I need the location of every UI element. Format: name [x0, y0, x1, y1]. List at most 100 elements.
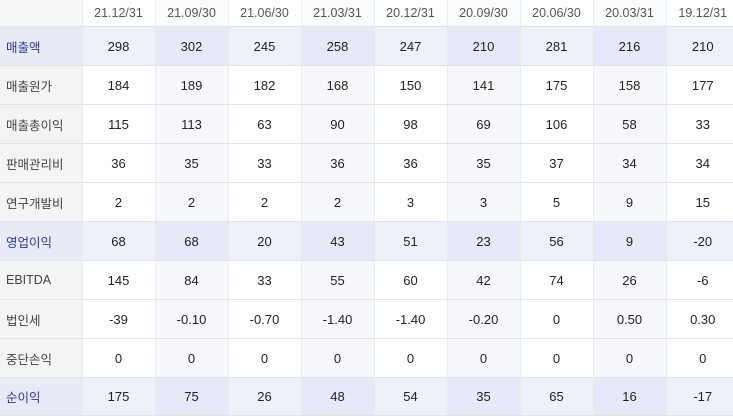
value-cell: 298 [81, 26, 155, 66]
column-header: 20.09/30 [446, 0, 520, 27]
row-label: 중단손익 [0, 338, 82, 378]
value-cell: 0 [373, 338, 447, 378]
value-cell: 2 [300, 182, 374, 222]
value-cell: -0.70 [227, 299, 301, 339]
value-cell: 0 [300, 338, 374, 378]
value-cell: 51 [373, 221, 447, 261]
row-label: EBITDA [0, 260, 82, 300]
value-cell: 245 [227, 26, 301, 66]
value-cell: 115 [81, 104, 155, 144]
value-cell: 0 [227, 338, 301, 378]
column-header: 21.06/30 [227, 0, 301, 27]
value-cell: 145 [81, 260, 155, 300]
corner-cell [0, 0, 82, 27]
value-cell: 168 [300, 65, 374, 105]
value-cell: 0 [81, 338, 155, 378]
value-cell: 34 [665, 143, 733, 183]
value-cell: 0 [519, 338, 593, 378]
value-cell: 216 [592, 26, 666, 66]
table-row: 법인세 -39 -0.10 -0.70 -1.40 -1.40 -0.20 0 0.50 0.30 [0, 299, 733, 339]
value-cell: 106 [519, 104, 593, 144]
value-cell: 36 [373, 143, 447, 183]
value-cell: 33 [227, 143, 301, 183]
value-cell: 247 [373, 26, 447, 66]
column-header: 19.12/31 [665, 0, 733, 27]
value-cell: 35 [446, 377, 520, 416]
table-row: 매출총이익 115 113 63 90 98 69 106 58 33 [0, 104, 733, 144]
value-cell: -1.40 [373, 299, 447, 339]
row-label: 매출원가 [0, 65, 82, 105]
value-cell: 63 [227, 104, 301, 144]
table-row: 영업이익 68 68 20 43 51 23 56 9 -20 [0, 221, 733, 261]
value-cell: 60 [373, 260, 447, 300]
value-cell: 33 [227, 260, 301, 300]
value-cell: -6 [665, 260, 733, 300]
value-cell: 141 [446, 65, 520, 105]
value-cell: 35 [446, 143, 520, 183]
value-cell: -1.40 [300, 299, 374, 339]
value-cell: 34 [592, 143, 666, 183]
value-cell: 0 [592, 338, 666, 378]
column-header: 20.03/31 [592, 0, 666, 27]
table-row: EBITDA 145 84 33 55 60 42 74 26 -6 [0, 260, 733, 300]
value-cell: 98 [373, 104, 447, 144]
value-cell: 2 [81, 182, 155, 222]
table-row: 매출액 298 302 245 258 247 210 281 216 210 [0, 26, 733, 66]
value-cell: 16 [592, 377, 666, 416]
value-cell: 189 [154, 65, 228, 105]
value-cell: 9 [592, 182, 666, 222]
value-cell: 5 [519, 182, 593, 222]
value-cell: 113 [154, 104, 228, 144]
row-label: 판매관리비 [0, 143, 82, 183]
value-cell: 175 [81, 377, 155, 416]
value-cell: 210 [446, 26, 520, 66]
row-label: 매출액 [0, 26, 82, 66]
value-cell: -0.20 [446, 299, 520, 339]
value-cell: 9 [592, 221, 666, 261]
value-cell: 20 [227, 221, 301, 261]
row-label: 연구개발비 [0, 182, 82, 222]
value-cell: 150 [373, 65, 447, 105]
value-cell: 84 [154, 260, 228, 300]
value-cell: -17 [665, 377, 733, 416]
value-cell: 48 [300, 377, 374, 416]
value-cell: 0 [154, 338, 228, 378]
value-cell: 3 [446, 182, 520, 222]
header-row: 21.12/31 21.09/30 21.06/30 21.03/31 20.1… [0, 0, 733, 27]
financial-statement-table: 21.12/31 21.09/30 21.06/30 21.03/31 20.1… [0, 0, 733, 416]
value-cell: 90 [300, 104, 374, 144]
table-row: 연구개발비 2 2 2 2 3 3 5 9 15 [0, 182, 733, 222]
column-header: 21.09/30 [154, 0, 228, 27]
table-row: 판매관리비 36 35 33 36 36 35 37 34 34 [0, 143, 733, 183]
value-cell: 42 [446, 260, 520, 300]
table-body: 매출액 298 302 245 258 247 210 281 216 210 매출원가 184 189… [0, 26, 733, 416]
row-label: 순이익 [0, 377, 82, 416]
value-cell: 182 [227, 65, 301, 105]
value-cell: 184 [81, 65, 155, 105]
value-cell: 210 [665, 26, 733, 66]
value-cell: -20 [665, 221, 733, 261]
value-cell: 68 [154, 221, 228, 261]
value-cell: 55 [300, 260, 374, 300]
value-cell: 258 [300, 26, 374, 66]
value-cell: -39 [81, 299, 155, 339]
value-cell: 43 [300, 221, 374, 261]
value-cell: 75 [154, 377, 228, 416]
value-cell: 58 [592, 104, 666, 144]
value-cell: 158 [592, 65, 666, 105]
value-cell: 3 [373, 182, 447, 222]
value-cell: 36 [300, 143, 374, 183]
value-cell: 0 [519, 299, 593, 339]
table-row: 매출원가 184 189 182 168 150 141 175 158 177 [0, 65, 733, 105]
value-cell: 177 [665, 65, 733, 105]
row-label: 매출총이익 [0, 104, 82, 144]
value-cell: 36 [81, 143, 155, 183]
value-cell: 23 [446, 221, 520, 261]
value-cell: 2 [154, 182, 228, 222]
table-row: 중단손익 0 0 0 0 0 0 0 0 0 [0, 338, 733, 378]
value-cell: 33 [665, 104, 733, 144]
value-cell: 0 [446, 338, 520, 378]
value-cell: -0.10 [154, 299, 228, 339]
column-header: 20.06/30 [519, 0, 593, 27]
row-label: 법인세 [0, 299, 82, 339]
